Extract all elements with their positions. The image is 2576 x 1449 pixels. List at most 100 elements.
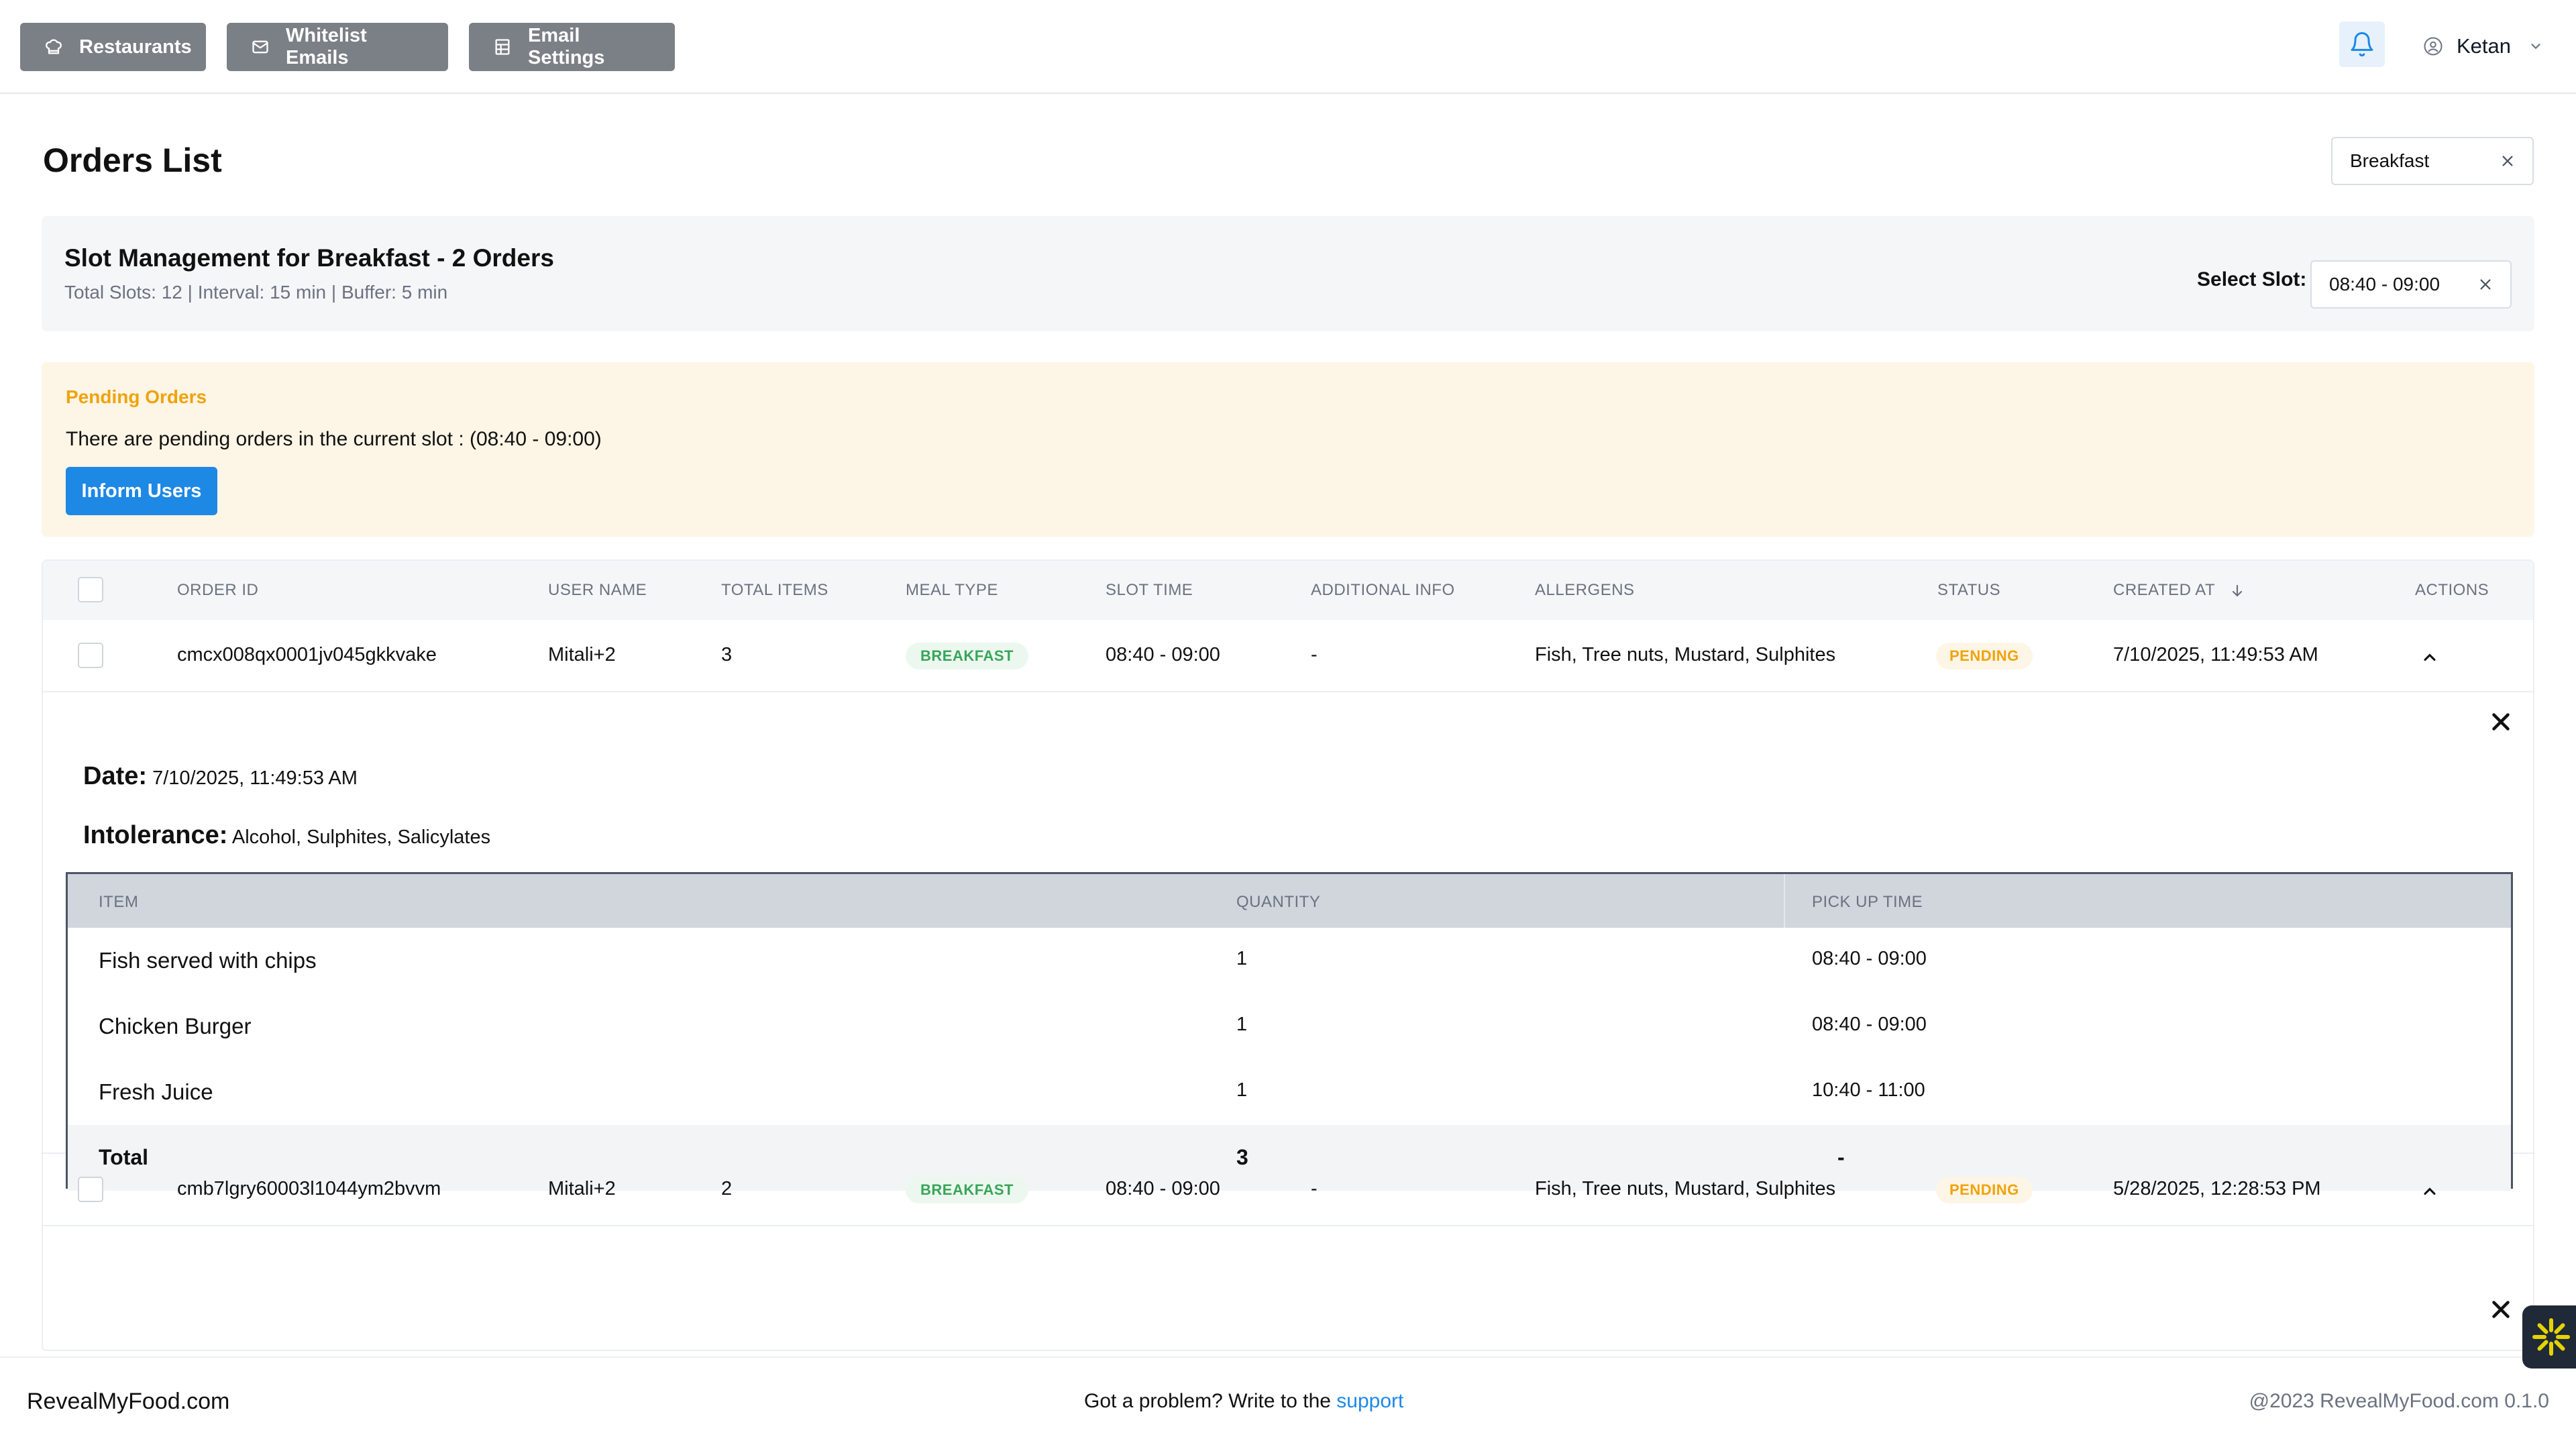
slot-title: Slot Management for Breakfast - 2 Orders: [64, 244, 554, 272]
item-pickup-time: 08:40 - 09:00: [1812, 948, 1927, 969]
slot-select-value: 08:40 - 09:00: [2329, 274, 2440, 294]
help-widget-button[interactable]: [2522, 1305, 2576, 1368]
order-date: Date: 7/10/2025, 11:49:53 AM: [83, 762, 358, 791]
footer-problem-text: Got a problem? Write to the: [1084, 1390, 1337, 1412]
top-navigation: Restaurants Whitelist Emails Email Setti…: [0, 0, 2576, 94]
footer: RevealMyFood.com Got a problem? Write to…: [0, 1356, 2576, 1449]
alert-message: There are pending orders in the current …: [66, 428, 602, 450]
item-row: Fresh Juice 1 10:40 - 11:00: [68, 1059, 2511, 1125]
total-items: 2: [721, 1178, 733, 1199]
column-divider: [1784, 874, 1785, 928]
page-title: Orders List: [43, 142, 222, 179]
email-settings-label: Email Settings: [528, 25, 605, 68]
header-actions: Actions: [2415, 581, 2489, 599]
created-at: 5/28/2025, 12:28:53 PM: [2113, 1178, 2321, 1199]
meal-filter-select[interactable]: Breakfast: [2331, 137, 2534, 185]
notifications-button[interactable]: [2339, 21, 2385, 67]
sparkle-icon: [2532, 1318, 2570, 1356]
pending-orders-alert: Pending Orders There are pending orders …: [42, 362, 2534, 537]
order-id: cmcx008qx0001jv045gkkvake: [177, 644, 437, 665]
slot-time: 08:40 - 09:00: [1106, 644, 1220, 665]
slot-management-panel: Slot Management for Breakfast - 2 Orders…: [42, 216, 2534, 331]
support-link[interactable]: support: [1336, 1390, 1403, 1412]
footer-copyright: @2023 RevealMyFood.com 0.1.0: [2249, 1390, 2549, 1412]
table-row[interactable]: cmcx008qx0001jv045gkkvake Mitali+2 3 BRE…: [43, 620, 2533, 692]
items-header: Item Quantity Pick Up Time: [68, 874, 2511, 928]
header-pickup-time: Pick Up Time: [1812, 893, 1923, 911]
header-additional-info: Additional Info: [1311, 581, 1455, 599]
orders-table: Order ID User Name Total Items Meal Type…: [42, 559, 2534, 1351]
header-item: Item: [99, 893, 139, 911]
table-header: Order ID User Name Total Items Meal Type…: [43, 561, 2533, 620]
close-detail-icon[interactable]: [2489, 710, 2513, 734]
total-items: 3: [721, 644, 733, 665]
item-pickup-time: 10:40 - 11:00: [1812, 1079, 1925, 1101]
item-name: Fresh Juice: [99, 1079, 213, 1104]
allergens: Fish, Tree nuts, Mustard, Sulphites: [1535, 1178, 1836, 1199]
whitelist-emails-label: Whitelist Emails: [286, 25, 367, 68]
inform-users-button[interactable]: Inform Users: [66, 467, 217, 515]
created-at: 7/10/2025, 11:49:53 AM: [2113, 644, 2318, 665]
header-slot-time: Slot Time: [1106, 581, 1193, 599]
header-created-at-label: Created At: [2113, 581, 2215, 599]
collapse-row-icon[interactable]: [2420, 1182, 2439, 1201]
sort-descending-icon[interactable]: [2229, 583, 2245, 599]
item-row: Fish served with chips 1 08:40 - 09:00: [68, 928, 2511, 994]
intolerance-label: Intolerance:: [83, 821, 228, 849]
meal-type-badge: BREAKFAST: [906, 1177, 1028, 1203]
table-settings-icon: [493, 38, 512, 56]
item-quantity: 1: [1236, 948, 1248, 969]
item-row: Chicken Burger 1 08:40 - 09:00: [68, 994, 2511, 1059]
whitelist-emails-button[interactable]: Whitelist Emails: [227, 23, 448, 71]
user-menu[interactable]: Ketan: [2423, 31, 2543, 62]
chef-hat-icon: [44, 38, 63, 56]
alert-title: Pending Orders: [66, 386, 207, 407]
restaurants-button[interactable]: Restaurants: [20, 23, 206, 71]
close-detail-icon[interactable]: [2489, 1297, 2513, 1322]
table-row[interactable]: cmb7lgry60003l1044ym2bvvm Mitali+2 2 BRE…: [43, 1154, 2533, 1226]
select-all-checkbox[interactable]: [78, 577, 103, 602]
header-user-name: User Name: [548, 581, 647, 599]
date-label: Date:: [83, 762, 148, 790]
date-value: 7/10/2025, 11:49:53 AM: [152, 767, 358, 789]
user-avatar-icon: [2424, 37, 2443, 56]
slot-summary: Total Slots: 12 | Interval: 15 min | Buf…: [64, 282, 448, 303]
email-settings-button[interactable]: Email Settings: [469, 23, 675, 71]
row-checkbox[interactable]: [78, 643, 103, 668]
header-created-at[interactable]: Created At: [2113, 581, 2245, 600]
meal-filter-value: Breakfast: [2350, 150, 2430, 171]
order-intolerance: Intolerance: Alcohol, Sulphites, Salicyl…: [83, 821, 490, 850]
additional-info: -: [1311, 1178, 1318, 1199]
header-status: Status: [1937, 581, 2001, 599]
select-slot-label: Select Slot:: [2197, 268, 2307, 290]
mail-icon: [251, 38, 270, 56]
item-quantity: 1: [1236, 1079, 1248, 1101]
order-items-table: Item Quantity Pick Up Time Fish served w…: [66, 872, 2513, 1191]
clear-filter-icon[interactable]: [2500, 154, 2515, 168]
footer-brand: RevealMyFood.com: [27, 1389, 230, 1414]
status-badge: PENDING: [1936, 643, 2033, 669]
header-order-id: Order ID: [177, 581, 259, 599]
item-pickup-time: 08:40 - 09:00: [1812, 1014, 1927, 1035]
allergens: Fish, Tree nuts, Mustard, Sulphites: [1535, 644, 1836, 665]
item-quantity: 1: [1236, 1014, 1248, 1035]
order-detail-panel: Date: 7/10/2025, 11:49:53 AM Intolerance…: [43, 692, 2533, 1191]
clear-slot-icon[interactable]: [2478, 277, 2493, 292]
header-total-items: Total Items: [721, 581, 828, 599]
item-name: Fish served with chips: [99, 948, 317, 973]
order-id: cmb7lgry60003l1044ym2bvvm: [177, 1178, 441, 1199]
chevron-down-icon: [2531, 44, 2540, 50]
row-checkbox[interactable]: [78, 1177, 103, 1202]
user-name: Mitali+2: [548, 1178, 616, 1199]
restaurants-label: Restaurants: [79, 36, 192, 58]
slot-select[interactable]: 08:40 - 09:00: [2310, 260, 2512, 309]
user-name: Mitali+2: [548, 644, 616, 665]
header-allergens: Allergens: [1535, 581, 1635, 599]
status-badge: PENDING: [1936, 1177, 2033, 1203]
header-quantity: Quantity: [1236, 893, 1321, 911]
user-name: Ketan: [2457, 34, 2512, 58]
footer-help: Got a problem? Write to the support: [1084, 1390, 1403, 1413]
bell-icon: [2351, 32, 2373, 57]
additional-info: -: [1311, 644, 1318, 665]
collapse-row-icon[interactable]: [2420, 648, 2439, 667]
